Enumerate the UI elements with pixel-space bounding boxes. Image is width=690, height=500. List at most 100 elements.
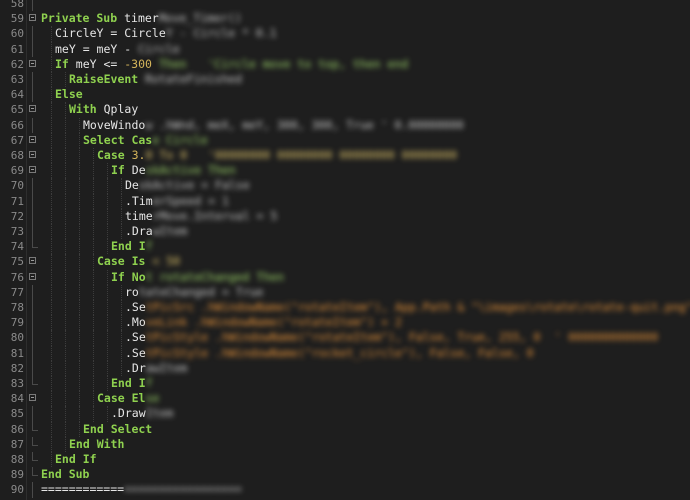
indent-guide: [107, 315, 108, 331]
code-line[interactable]: 68 Case 3.0 To 0 '00000000 00000000 00000…: [0, 148, 690, 164]
indent-guide: [93, 193, 94, 209]
code-line[interactable]: 74 End If: [0, 239, 690, 255]
code-line[interactable]: 67 Select Case Circle: [0, 132, 690, 148]
line-number: 58: [10, 0, 24, 10]
line-code: .DrawItem: [111, 406, 173, 421]
code-line[interactable]: 70 DeskActive = False: [0, 178, 690, 194]
code-line[interactable]: 85 .DrawItem: [0, 406, 690, 422]
fold-toggle-icon[interactable]: [29, 272, 36, 280]
code-line[interactable]: 73 .DrawItem: [0, 224, 690, 240]
code-area[interactable]: 58 59 Private Sub timerMove_Timer() 60 Circl…: [0, 0, 690, 500]
blurred-code-token: e Circle: [152, 132, 208, 147]
blurred-code-token: =================: [124, 482, 242, 497]
indent-guide: [93, 345, 94, 361]
indent-guide: [93, 163, 94, 179]
line-code: End With: [69, 437, 124, 452]
fold-guide-line: [32, 360, 33, 376]
line-code: End If: [111, 376, 153, 391]
code-line[interactable]: 58: [0, 0, 690, 12]
code-line[interactable]: 71 .TimerSpeed = 1: [0, 193, 690, 209]
indent-guide: [65, 72, 66, 88]
code-line[interactable]: 87 End With: [0, 436, 690, 452]
fold-toggle-icon[interactable]: [29, 105, 36, 113]
indent-guide: [51, 315, 52, 331]
line-code: rotateChanged = True: [125, 285, 263, 300]
code-line[interactable]: 81 .SetPicStyle .hWindowName("rocket_circ…: [0, 345, 690, 361]
line-number: 78: [10, 301, 24, 314]
line-number: 88: [10, 453, 24, 466]
code-line[interactable]: 84 Case Else: [0, 391, 690, 407]
indent-guide: [121, 360, 122, 376]
code-line[interactable]: 86 End Select: [0, 421, 690, 437]
fold-end-marker: [32, 239, 38, 249]
code-line[interactable]: 62 If meY <= -300 Then 'Circle move to to…: [0, 56, 690, 72]
code-token: End Sub: [41, 467, 90, 482]
fold-toggle-icon[interactable]: [29, 135, 36, 143]
code-token: .Se: [125, 300, 146, 314]
code-line[interactable]: 89 End Sub: [0, 467, 690, 482]
code-line[interactable]: 83 End If: [0, 376, 690, 392]
code-line[interactable]: 72 timerMove.Interval = 5: [0, 208, 690, 224]
code-line[interactable]: 75 Case Is < 50: [0, 254, 690, 270]
code-line[interactable]: 69 If DeskActive Then: [0, 163, 690, 179]
code-line[interactable]: 77 rotateChanged = True: [0, 284, 690, 300]
fold-end-marker: [32, 421, 38, 431]
indent-guide: [107, 300, 108, 316]
line-code: Select Case Circle: [83, 133, 208, 148]
code-token: -300: [124, 56, 152, 71]
blurred-code-token: Move_Timer(): [158, 11, 242, 26]
line-number: 62: [10, 57, 24, 71]
indent-guide: [65, 163, 66, 179]
indent-guide: [79, 132, 80, 148]
fold-toggle-icon[interactable]: [29, 257, 36, 265]
code-line[interactable]: 59 Private Sub timerMove_Timer(): [0, 11, 690, 26]
line-code: End Select: [83, 422, 152, 437]
indent-guide: [65, 315, 66, 331]
code-token: meY = meY -: [55, 41, 139, 56]
indent-guide: [107, 178, 108, 194]
code-line[interactable]: 61 meY = meY - Circle: [0, 41, 690, 57]
code-line[interactable]: 76 If Not rotateChanged Then: [0, 269, 690, 285]
indent-guide: [51, 391, 52, 407]
line-number: 83: [10, 377, 24, 390]
code-token: Qplay: [103, 102, 139, 117]
code-line[interactable]: 65 With Qplay: [0, 102, 690, 118]
code-line[interactable]: 60 CircleY = CircleY - Circle * 0.1: [0, 26, 690, 42]
fold-toggle-icon[interactable]: [29, 394, 36, 402]
code-line[interactable]: 64 Else: [0, 87, 690, 103]
blurred-code-token: skActive = False: [138, 178, 250, 193]
fold-toggle-icon[interactable]: [29, 166, 36, 174]
code-line[interactable]: 63 RaiseEvent RotateFinished: [0, 72, 690, 88]
fold-toggle-icon[interactable]: [29, 59, 36, 67]
code-line[interactable]: 78 .SetPicSrc .hWindowName("rotateItem"),…: [0, 300, 690, 316]
blurred-code-token: Item: [145, 406, 174, 421]
code-line[interactable]: 79 .MoveLink .hWindowName("rotateItem") +…: [0, 315, 690, 331]
code-token: With: [69, 102, 104, 117]
line-code: End Sub: [41, 467, 89, 482]
line-code: With Qplay: [69, 102, 138, 117]
indent-guide: [121, 208, 122, 224]
code-line[interactable]: 88 End If: [0, 452, 690, 468]
indent-guide: [79, 193, 80, 209]
code-line[interactable]: 66 MoveWindow .hWnd, meX, meY, 300, 300, …: [0, 117, 690, 133]
code-line[interactable]: 82 .DrawItem: [0, 360, 690, 376]
fold-guide-line: [32, 345, 33, 361]
line-code: Private Sub timerMove_Timer(): [41, 11, 242, 26]
indent-guide: [79, 224, 80, 240]
indent-guide: [79, 421, 80, 437]
fold-toggle-icon[interactable]: [29, 151, 36, 158]
line-code: timerMove.Interval = 5: [125, 209, 277, 224]
code-line[interactable]: 90 =============================: [0, 482, 690, 498]
line-code: Case 3.0 To 0 '00000000 00000000 0000000…: [97, 148, 457, 163]
indent-guide: [65, 406, 66, 422]
fold-toggle-icon[interactable]: [29, 14, 36, 22]
line-code: Case Else: [97, 391, 159, 406]
line-number: 72: [10, 209, 24, 223]
line-code: .MoveLink .hWindowName("rotateItem") + 2: [125, 315, 402, 330]
code-editor[interactable]: 58 59 Private Sub timerMove_Timer() 60 Circl…: [0, 0, 690, 500]
code-token: RaiseEvent: [69, 72, 146, 86]
fold-guide-line: [32, 482, 33, 498]
code-line[interactable]: 80 .SetPicStyle .hWindowName("rotateItem"…: [0, 330, 690, 346]
code-token: meY <=: [75, 56, 125, 71]
blurred-code-token: tPicStyle .hWindowName("rotateItem"), Fa…: [145, 330, 659, 345]
